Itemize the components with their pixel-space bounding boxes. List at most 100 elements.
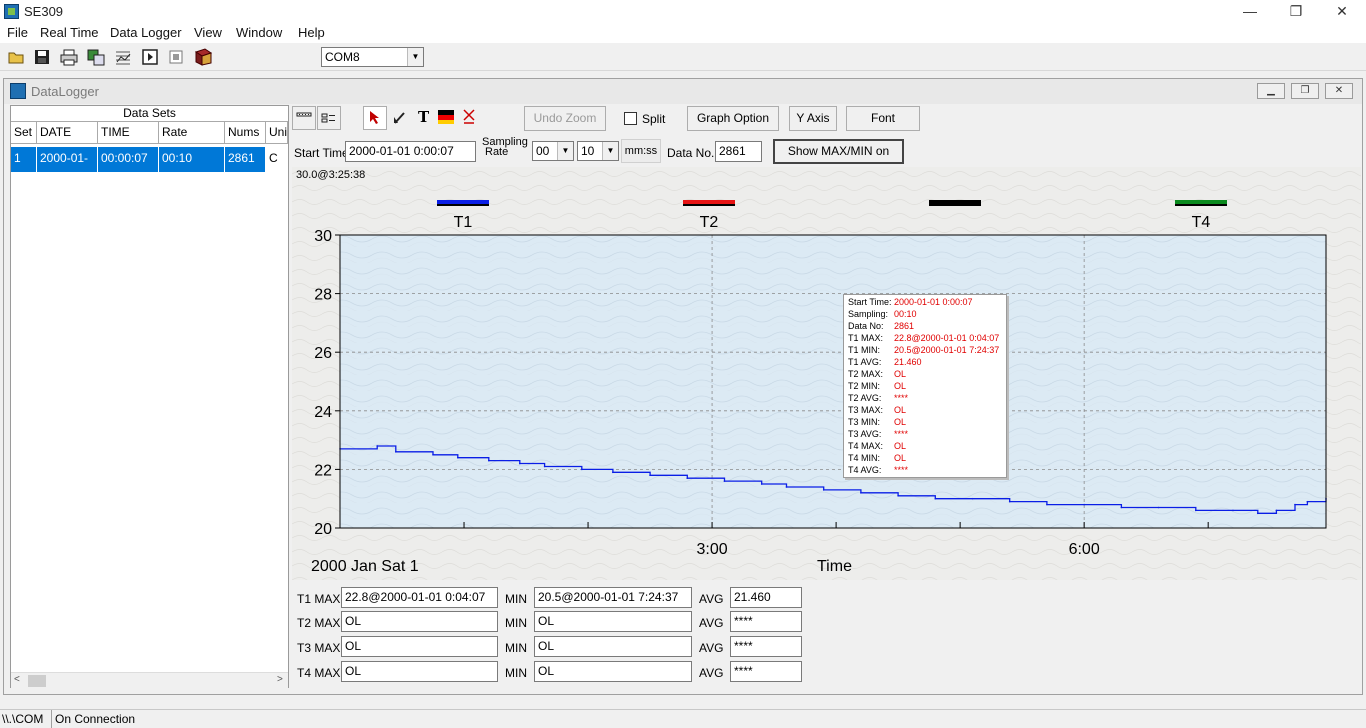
- col-time[interactable]: TIME: [98, 122, 159, 144]
- play-icon[interactable]: [140, 47, 160, 67]
- select-arrow-icon[interactable]: [363, 106, 387, 130]
- info-key: Start Time:: [848, 297, 892, 307]
- data-point: [543, 465, 546, 468]
- scroll-thumb[interactable]: [28, 675, 46, 687]
- menu-window[interactable]: Window: [236, 25, 282, 40]
- info-key: T4 MIN:: [848, 453, 881, 463]
- col-unit[interactable]: Unit: [266, 122, 288, 144]
- stat-label: T2 MAX: [297, 616, 341, 630]
- info-key: T1 MAX:: [848, 333, 884, 343]
- font-button[interactable]: Font: [846, 106, 920, 131]
- layout-vertical-icon[interactable]: [317, 106, 341, 130]
- scroll-left-icon[interactable]: <: [14, 674, 20, 685]
- info-key: T3 AVG:: [848, 429, 882, 439]
- rate-seconds-select[interactable]: 10 ▼: [577, 141, 619, 161]
- legend-label: T2: [700, 214, 719, 231]
- stat-label: T3 MAX: [297, 641, 341, 655]
- stat-min-field[interactable]: 20.5@2000-01-01 7:24:37: [534, 587, 692, 608]
- stat-avg-field[interactable]: ****: [730, 636, 802, 657]
- cell-set: 1: [11, 147, 37, 172]
- info-value: 22.8@2000-01-01 0:04:07: [894, 333, 1000, 343]
- y-tick-label: 24: [314, 404, 332, 421]
- stat-max-field[interactable]: OL: [341, 661, 498, 682]
- stat-max-field[interactable]: OL: [341, 636, 498, 657]
- info-row: T1 MIN: 20.5@2000-01-01 7:24:37: [848, 344, 1002, 356]
- maxmin-info-box: Start Time: 2000-01-01 0:00:07 Sampling: 00…: [843, 294, 1007, 478]
- data-point: [457, 456, 459, 459]
- rate-minutes-select[interactable]: 00 ▼: [532, 141, 574, 161]
- copy-data-icon[interactable]: [86, 47, 106, 67]
- menu-real-time[interactable]: Real Time: [40, 25, 99, 40]
- chart-area[interactable]: 30 28 26 24 22 20 3:00 6:00 T1 T2 T4 30.0@3:25:38…: [292, 167, 1361, 580]
- cell-unit: C: [266, 147, 288, 172]
- y-axis-button[interactable]: Y Axis: [789, 106, 837, 131]
- table-row[interactable]: 1 2000-01-01 00:00:07 00:10 2861 C: [11, 147, 288, 188]
- info-row: T3 AVG: ****: [848, 428, 1002, 440]
- data-point: [649, 474, 651, 477]
- cell-rate: 00:10: [159, 147, 225, 172]
- stat-avg-field[interactable]: ****: [730, 611, 802, 632]
- split-checkbox[interactable]: [624, 112, 637, 125]
- start-time-field[interactable]: 2000-01-01 0:00:07: [345, 141, 476, 162]
- status-port: \\.\COM: [2, 712, 44, 726]
- chart-svg[interactable]: 30 28 26 24 22 20 3:00 6:00 T1 T2 T4: [292, 167, 1361, 580]
- delete-marker-icon[interactable]: [462, 108, 476, 129]
- data-point: [1256, 512, 1259, 515]
- col-set[interactable]: Set: [11, 122, 37, 144]
- chevron-down-icon: ▼: [602, 142, 618, 160]
- child-restore-button[interactable]: ❐: [1291, 83, 1319, 99]
- restore-button[interactable]: ❐: [1273, 0, 1319, 24]
- info-row: T3 MAX: OL: [848, 404, 1002, 416]
- child-close-button[interactable]: ✕: [1325, 83, 1353, 99]
- layout-horizontal-icon[interactable]: [292, 106, 316, 130]
- y-tick-label: 28: [314, 287, 332, 304]
- info-key: T3 MAX:: [848, 405, 884, 415]
- stat-max-field[interactable]: 22.8@2000-01-01 0:04:07: [341, 587, 498, 608]
- y-tick-label: 20: [314, 521, 332, 538]
- col-nums[interactable]: Nums: [225, 122, 266, 144]
- com-port-select[interactable]: COM8 ▼: [321, 47, 424, 67]
- print-icon[interactable]: [59, 47, 79, 67]
- info-value: ****: [894, 465, 909, 475]
- undo-zoom-button[interactable]: Undo Zoom: [524, 106, 606, 131]
- color-flag-icon[interactable]: [438, 110, 454, 124]
- data-point: [395, 451, 397, 453]
- stat-max-field[interactable]: OL: [341, 611, 498, 632]
- help-book-icon[interactable]: [193, 47, 213, 67]
- open-folder-icon[interactable]: [6, 47, 26, 67]
- col-rate[interactable]: Rate: [159, 122, 225, 144]
- info-value: ****: [894, 393, 909, 403]
- menu-file[interactable]: File: [7, 25, 28, 40]
- datalogger-icon: [10, 83, 26, 99]
- info-key: T4 AVG:: [848, 465, 882, 475]
- horizontal-scrollbar[interactable]: < >: [11, 672, 288, 688]
- menu-data-logger[interactable]: Data Logger: [110, 25, 182, 40]
- data-no-field[interactable]: 2861: [715, 141, 762, 162]
- text-tool-icon[interactable]: T: [418, 108, 429, 126]
- save-icon[interactable]: [32, 47, 52, 67]
- graph-option-button[interactable]: Graph Option: [687, 106, 779, 131]
- app-title-bar: SE309 — ❐ ✕: [0, 0, 1366, 24]
- stat-min-field[interactable]: OL: [534, 661, 692, 682]
- stat-min-field[interactable]: OL: [534, 611, 692, 632]
- stat-avg-field[interactable]: ****: [730, 661, 802, 682]
- info-value: 20.5@2000-01-01 7:24:37: [894, 345, 1000, 355]
- info-value: OL: [894, 405, 907, 415]
- show-maxmin-button[interactable]: Show MAX/MIN on Graph: [773, 139, 904, 179]
- child-minimize-button[interactable]: ▁: [1257, 83, 1285, 99]
- stop-icon[interactable]: [166, 47, 186, 67]
- info-key: T1 MIN:: [848, 345, 881, 355]
- data-point: [612, 471, 614, 474]
- col-date[interactable]: DATE: [37, 122, 98, 144]
- close-button[interactable]: ✕: [1319, 0, 1365, 24]
- scroll-right-icon[interactable]: >: [277, 674, 283, 685]
- draw-pen-icon[interactable]: [388, 106, 412, 130]
- legend-swatch-shadow: [437, 204, 489, 206]
- stat-min-field[interactable]: OL: [534, 636, 692, 657]
- stat-avg-field[interactable]: 21.460: [730, 587, 802, 608]
- menu-view[interactable]: View: [194, 25, 222, 40]
- minimize-button[interactable]: —: [1227, 0, 1273, 24]
- menu-help[interactable]: Help: [298, 25, 325, 40]
- legend-swatch-shadow: [929, 204, 981, 206]
- chart-grid-icon[interactable]: [113, 47, 133, 67]
